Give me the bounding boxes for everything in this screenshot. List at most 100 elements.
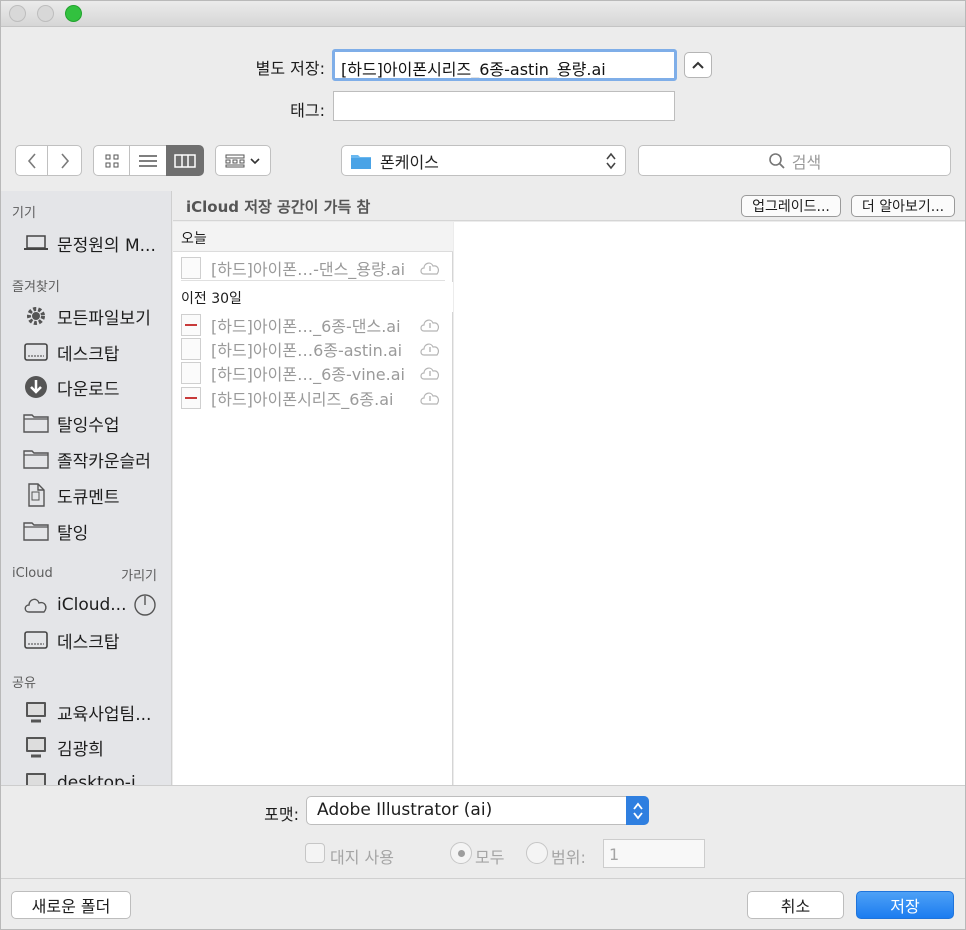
document-icon	[23, 483, 49, 507]
storage-full-message: iCloud 저장 공간이 가득 참	[186, 198, 371, 216]
cloud-download-icon	[420, 343, 439, 356]
cloud-download-icon	[420, 319, 439, 332]
computer-icon	[23, 771, 49, 785]
location-popup[interactable]: 폰케이스	[341, 145, 626, 176]
file-item[interactable]: [하드]아이폰…_6종-댄스.ai	[181, 313, 445, 337]
sidebar-item-all-files[interactable]: 모든파일보기	[23, 302, 151, 330]
sidebar-item-label: 김광희	[57, 739, 104, 760]
sidebar-item-label: 문정원의 M...	[57, 235, 156, 256]
search-field[interactable]: 검색	[638, 145, 951, 176]
icon-view-button[interactable]	[93, 145, 130, 176]
sidebar-item-folder-1[interactable]: 탈잉수업	[23, 409, 120, 437]
sidebar-item-shared-1[interactable]: 교육사업팀...	[23, 698, 151, 726]
sidebar-item-shared-2[interactable]: 김광희	[23, 733, 104, 761]
sidebar-item-desktop[interactable]: 데스크탑	[23, 338, 120, 366]
sidebar-item-documents[interactable]: 도큐멘트	[23, 481, 120, 509]
file-name: [하드]아이폰…-댄스_용량.ai	[211, 259, 406, 279]
group-header-previous-30-days: 이전 30일	[173, 282, 453, 312]
new-folder-button[interactable]: 새로운 폴더	[11, 891, 131, 919]
zoom-window-button[interactable]	[65, 5, 82, 22]
sidebar-item-downloads[interactable]: 다운로드	[23, 373, 120, 401]
folder-icon	[23, 519, 49, 543]
format-select[interactable]: Adobe Illustrator (ai)	[306, 796, 649, 825]
use-artboards-checkbox[interactable]	[305, 843, 325, 863]
laptop-icon	[23, 231, 49, 255]
preview-column	[454, 222, 965, 785]
close-window-button[interactable]	[9, 5, 26, 22]
all-radio[interactable]	[450, 842, 472, 864]
illustrator-file-icon	[181, 362, 201, 384]
updown-arrows-icon	[606, 152, 616, 170]
sidebar-item-icloud-desktop[interactable]: 데스크탑	[23, 626, 120, 654]
gallery-icon	[225, 154, 245, 167]
tags-label: 태그:	[290, 101, 325, 120]
file-name: [하드]아이폰…_6종-댄스.ai	[211, 317, 401, 336]
file-item[interactable]: [하드]아이폰시리즈_6종.ai	[181, 386, 445, 410]
column-view-button[interactable]	[166, 145, 204, 176]
illustrator-file-icon	[181, 256, 201, 279]
sidebar-item-folder-2[interactable]: 졸작카운슬러	[23, 445, 151, 473]
sidebar-item-label: 데스크탑	[57, 632, 120, 653]
file-name: [하드]아이폰시리즈_6종.ai	[211, 390, 394, 409]
divider	[1, 878, 965, 879]
chevron-right-icon	[60, 152, 69, 169]
sidebar-item-shared-3[interactable]: desktop-i...	[23, 769, 152, 785]
file-item[interactable]: [하드]아이폰…_6종-vine.ai	[181, 361, 445, 385]
filename-input[interactable]: [하드]아이폰시리즈_6종-astin_용량.ai	[332, 49, 677, 81]
gear-icon	[23, 304, 49, 328]
file-item[interactable]: [하드]아이폰…-댄스_용량.ai	[181, 255, 445, 281]
illustrator-file-icon	[181, 314, 201, 336]
location-label: 폰케이스	[380, 152, 439, 172]
grid-icon	[105, 154, 118, 167]
folder-icon	[351, 154, 371, 169]
cloud-download-icon	[420, 367, 439, 380]
group-header-today: 오늘	[173, 222, 453, 252]
back-button[interactable]	[15, 145, 48, 176]
save-options-panel: 포맷: Adobe Illustrator (ai) 대지 사용 모두 범위: …	[1, 785, 965, 929]
file-column: 오늘 [하드]아이폰…-댄스_용량.ai 이전 30일 [하드]아이폰…_6종-…	[173, 222, 453, 785]
list-view-button[interactable]	[129, 145, 167, 176]
forward-button[interactable]	[47, 145, 82, 176]
expand-dialog-button[interactable]	[684, 52, 712, 78]
sidebar-header-devices: 기기	[12, 206, 36, 221]
range-input[interactable]: 1	[603, 839, 705, 868]
learn-more-button[interactable]: 더 알아보기...	[851, 195, 955, 217]
icloud-storage-bar: iCloud 저장 공간이 가득 참 업그레이드... 더 알아보기...	[173, 191, 965, 221]
sidebar-item-label: 도큐멘트	[57, 487, 120, 508]
group-view-button[interactable]	[215, 145, 271, 176]
computer-icon	[23, 700, 49, 724]
sidebar-item-folder-3[interactable]: 탈잉	[23, 517, 88, 545]
file-name: [하드]아이폰…_6종-vine.ai	[211, 365, 405, 384]
save-button[interactable]: 저장	[856, 891, 954, 919]
sidebar-item-label: 모든파일보기	[57, 308, 151, 329]
upgrade-button[interactable]: 업그레이드...	[741, 195, 841, 217]
sidebar-item-mac[interactable]: 문정원의 M...	[23, 229, 156, 257]
desktop-icon	[23, 340, 49, 364]
illustrator-file-icon	[181, 338, 201, 360]
file-item[interactable]: [하드]아이폰…6종-astin.ai	[181, 337, 445, 361]
all-label: 모두	[475, 848, 505, 867]
sidebar-item-label: iCloud...	[57, 595, 127, 615]
sidebar-item-label: desktop-i...	[57, 773, 152, 785]
search-icon	[768, 152, 785, 169]
folder-icon	[23, 411, 49, 435]
cloud-icon	[23, 593, 49, 617]
folder-icon	[23, 447, 49, 471]
use-artboards-label: 대지 사용	[330, 848, 394, 867]
chevron-left-icon	[27, 152, 36, 169]
sidebar-item-label: 교육사업팀...	[57, 704, 152, 725]
minimize-window-button[interactable]	[37, 5, 54, 22]
format-label: 포맷:	[264, 805, 299, 824]
sidebar-item-icloud-drive[interactable]: iCloud...	[23, 591, 157, 619]
list-icon	[139, 154, 157, 167]
cancel-button[interactable]: 취소	[747, 891, 844, 919]
tags-field[interactable]	[333, 91, 675, 121]
sidebar-item-label: 탈잉수업	[57, 415, 120, 436]
format-value: Adobe Illustrator (ai)	[317, 800, 493, 820]
range-label: 범위:	[551, 848, 586, 867]
hide-icloud-button[interactable]: 가리기	[121, 565, 157, 584]
sidebar-item-label: 데스크탑	[57, 344, 120, 365]
range-radio[interactable]	[526, 842, 548, 864]
sidebar-item-label: 탈잉	[57, 523, 89, 544]
save-as-label: 별도 저장:	[255, 59, 325, 78]
